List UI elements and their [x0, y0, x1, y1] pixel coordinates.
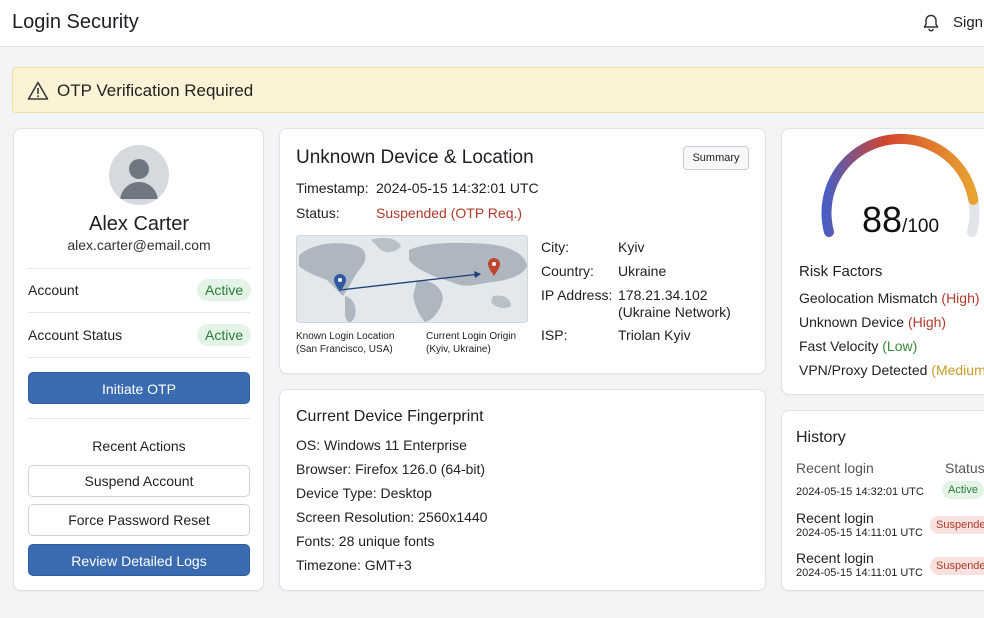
- risk-factor-item: Fast Velocity (Low): [799, 338, 918, 354]
- risk-score-card: 88/100 Risk Factors Geolocation Mismatch…: [781, 128, 984, 395]
- device-fingerprint-card: Current Device Fingerprint OS: Windows 1…: [279, 389, 766, 591]
- otp-alert-banner: OTP Verification Required: [12, 67, 984, 113]
- fingerprint-resolution: Screen Resolution: 2560x1440: [296, 509, 488, 525]
- history-row-time: 2024-05-15 14:32:01 UTC: [796, 486, 924, 498]
- user-icon: [120, 159, 158, 199]
- history-row-event: Recent login: [796, 550, 874, 566]
- ip-network-value: (Ukraine Network): [618, 304, 731, 320]
- history-row-time: 2024-05-15 14:11:01 UTC: [796, 567, 923, 579]
- country-label: Country:: [541, 263, 594, 279]
- force-password-reset-button[interactable]: Force Password Reset: [28, 504, 250, 536]
- profile-email: alex.carter@email.com: [67, 237, 211, 253]
- summary-button[interactable]: Summary: [683, 146, 749, 170]
- city-label: City:: [541, 239, 569, 255]
- fingerprint-browser: Browser: Firefox 126.0 (64-bit): [296, 461, 486, 477]
- timestamp-value: 2024-05-15 14:32:01 UTC: [376, 180, 539, 196]
- history-status-badge: Suspended: [930, 516, 984, 534]
- ip-address-label: IP Address:: [541, 287, 613, 303]
- isp-value: Triolan Kyiv: [618, 327, 691, 343]
- page-title: Login Security: [12, 11, 139, 33]
- alert-text: OTP Verification Required: [57, 81, 254, 100]
- history-row-event: Recent login: [796, 510, 874, 526]
- history-title: History: [796, 429, 846, 446]
- location-map[interactable]: [296, 235, 528, 323]
- fingerprint-title: Current Device Fingerprint: [296, 408, 484, 425]
- world-map: [297, 236, 527, 322]
- risk-factor-item: Unknown Device (High): [799, 314, 947, 330]
- account-status-badge: Active: [197, 279, 252, 301]
- divider: [28, 268, 250, 269]
- suspend-account-button[interactable]: Suspend Account: [28, 465, 250, 497]
- sign-button[interactable]: Sign: [953, 14, 983, 31]
- profile-card: Alex Carter alex.carter@email.com Accoun…: [13, 128, 264, 591]
- timestamp-label: Timestamp:: [296, 180, 369, 196]
- account-label: Account: [28, 282, 79, 298]
- bell-icon[interactable]: [921, 13, 941, 33]
- risk-factor-item: Geolocation Mismatch (High): [799, 290, 980, 306]
- history-status-header: Status: [945, 460, 984, 476]
- divider: [28, 312, 250, 313]
- divider: [28, 418, 250, 419]
- warning-icon: [27, 81, 49, 100]
- ip-address-value: 178.21.34.102: [618, 287, 708, 303]
- current-location-caption: Current Login Origin (Kyiv, Ukraine): [426, 331, 517, 355]
- account-status-label: Account Status: [28, 327, 123, 343]
- recent-actions-title: Recent Actions: [92, 438, 186, 454]
- history-row-time: 2024-05-15 14:11:01 UTC: [796, 527, 923, 539]
- risk-factors-title: Risk Factors: [799, 263, 883, 280]
- divider: [28, 357, 250, 358]
- history-card: History Recent login Status 2024-05-15 1…: [781, 410, 984, 591]
- fingerprint-timezone: Timezone: GMT+3: [296, 557, 412, 573]
- history-event-header: Recent login: [796, 460, 874, 476]
- history-status-badge: Active: [942, 481, 984, 499]
- review-detailed-logs-button[interactable]: Review Detailed Logs: [28, 544, 250, 576]
- fingerprint-fonts: Fonts: 28 unique fonts: [296, 533, 435, 549]
- status-value: Suspended (OTP Req.): [376, 205, 523, 221]
- device-location-card: Unknown Device & Location Summary Timest…: [279, 128, 766, 374]
- fingerprint-device-type: Device Type: Desktop: [296, 485, 432, 501]
- known-location-caption: Known Login Location (San Francisco, USA…: [296, 331, 395, 355]
- risk-factor-item: VPN/Proxy Detected (Medium): [799, 362, 984, 378]
- status-label: Status:: [296, 205, 340, 221]
- profile-name: Alex Carter: [88, 213, 190, 235]
- initiate-otp-button[interactable]: Initiate OTP: [28, 372, 250, 404]
- country-value: Ukraine: [618, 263, 667, 279]
- top-bar: Login Security Sign: [0, 0, 984, 47]
- risk-score: 88/100: [862, 199, 940, 240]
- device-card-title: Unknown Device & Location: [296, 147, 534, 168]
- avatar: [109, 145, 169, 205]
- account-status-badge: Active: [197, 324, 252, 346]
- history-status-badge: Suspended: [930, 557, 984, 575]
- fingerprint-os: OS: Windows 11 Enterprise: [296, 437, 467, 453]
- isp-label: ISP:: [541, 327, 568, 343]
- city-value: Kyiv: [618, 239, 645, 255]
